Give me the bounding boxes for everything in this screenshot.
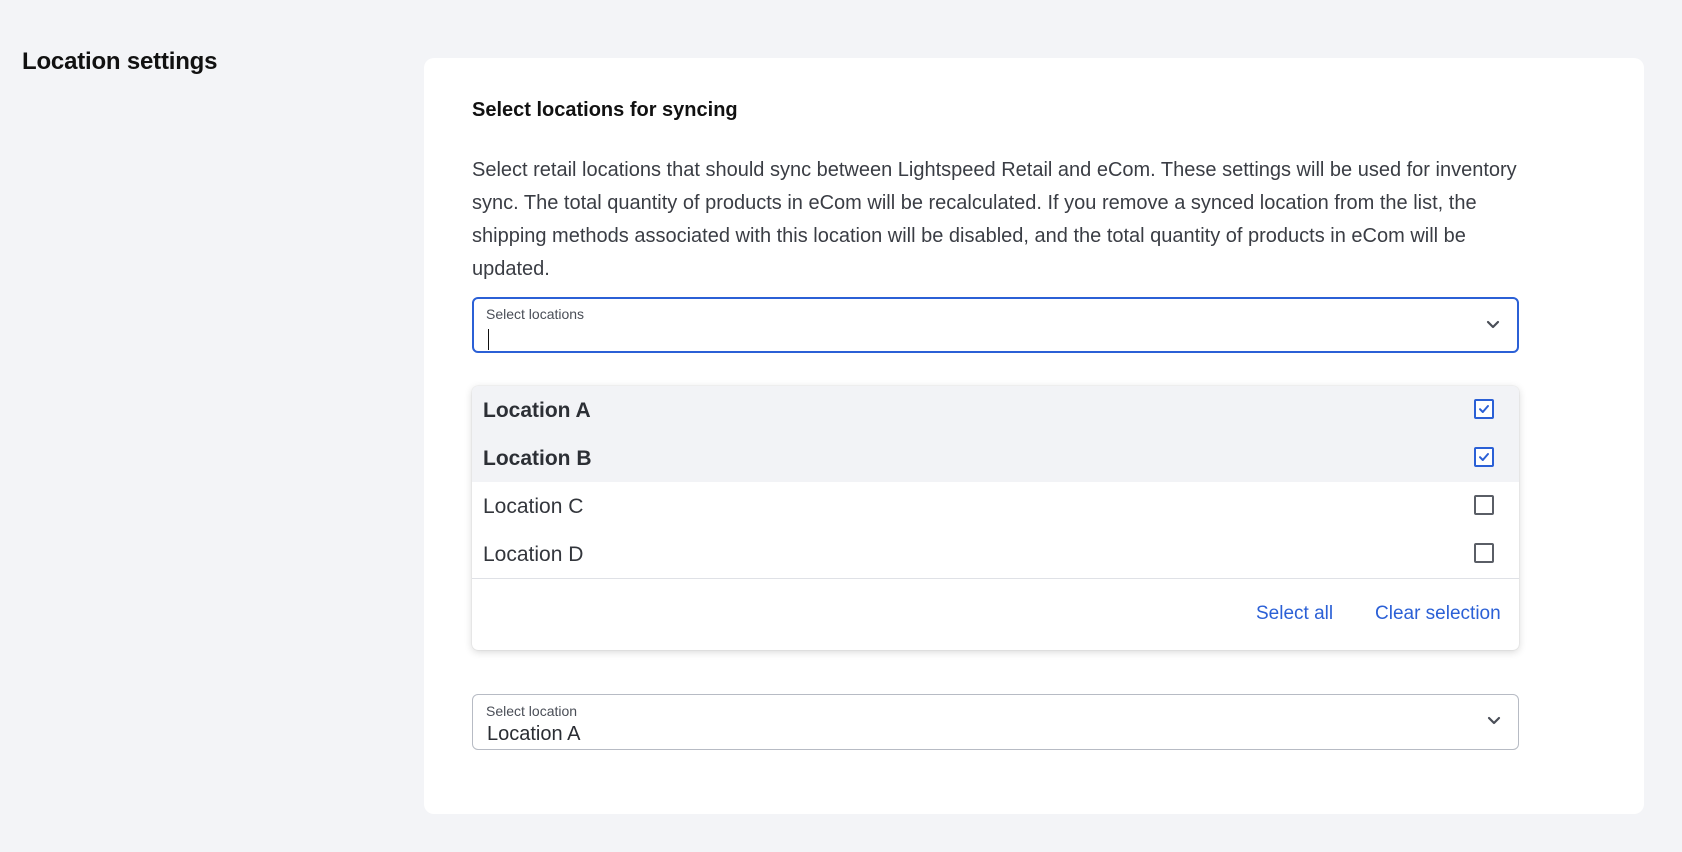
option-label: Location D: [483, 543, 584, 566]
checkbox-unchecked-icon[interactable]: [1474, 495, 1494, 515]
select-location-label: Select location: [486, 703, 578, 719]
text-cursor: [488, 329, 489, 350]
chevron-down-icon[interactable]: [1485, 319, 1501, 331]
option-label: Location B: [483, 447, 592, 470]
checkbox-checked-icon[interactable]: [1474, 447, 1494, 467]
option-location-c[interactable]: Location C: [472, 482, 1519, 530]
option-location-d[interactable]: Location D: [472, 530, 1519, 578]
card-description: Select retail locations that should sync…: [472, 159, 1517, 280]
chevron-down-icon[interactable]: [1486, 715, 1502, 727]
dropdown-footer: Select all Clear selection: [472, 578, 1519, 650]
checkbox-unchecked-icon[interactable]: [1474, 543, 1494, 563]
location-settings-card: Select locations for syncing Select reta…: [424, 58, 1644, 814]
locations-dropdown: Location A Location B Location C Locatio…: [472, 386, 1519, 650]
select-locations-field[interactable]: Select locations: [472, 297, 1519, 353]
option-location-b[interactable]: Location B: [472, 434, 1519, 482]
option-location-a[interactable]: Location A: [472, 386, 1519, 434]
option-label: Location C: [483, 495, 584, 518]
clear-selection-link[interactable]: Clear selection: [1375, 603, 1501, 625]
checkbox-checked-icon[interactable]: [1474, 399, 1494, 419]
card-heading: Select locations for syncing: [472, 99, 738, 121]
select-locations-label: Select locations: [486, 306, 585, 322]
select-location-value: Location A: [487, 723, 581, 745]
option-label: Location A: [483, 399, 591, 422]
section-title: Location settings: [22, 48, 218, 75]
select-all-link[interactable]: Select all: [1256, 603, 1333, 625]
select-location-field[interactable]: Select location Location A: [472, 694, 1519, 750]
